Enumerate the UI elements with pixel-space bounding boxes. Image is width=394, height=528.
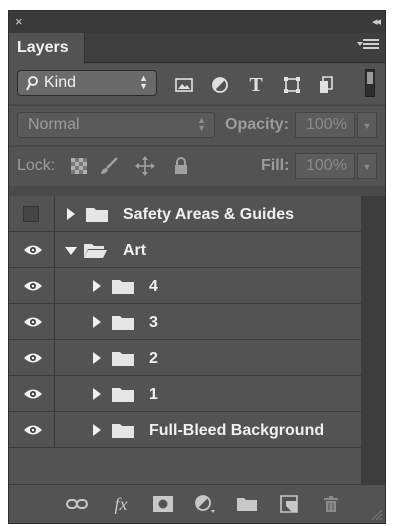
filter-kind-label: Kind [44, 74, 77, 91]
layer-row[interactable]: 4 [9, 268, 361, 304]
eye-icon [24, 317, 42, 327]
layer-row[interactable]: 2 [9, 340, 361, 376]
layer-style-icon[interactable]: fx [109, 493, 133, 515]
collapse-panel-button[interactable]: ◂◂ [372, 15, 381, 28]
layer-name: 3 [149, 314, 158, 331]
expand-arrow-icon[interactable] [93, 388, 101, 400]
eye-icon [24, 389, 42, 399]
opacity-input[interactable]: 100% [295, 112, 355, 138]
layer-name: 2 [149, 350, 158, 367]
layer-name: Art [123, 242, 147, 259]
filter-kind-select[interactable]: Kind ▲ ▼ [17, 70, 157, 96]
opacity-dropdown-button[interactable]: ▼ [357, 112, 377, 138]
select-arrows-icon: ▲ ▼ [197, 115, 206, 133]
adjustment-layer-filter-icon[interactable] [209, 74, 231, 96]
blend-mode-value: Normal [28, 116, 80, 133]
select-arrows-icon: ▲ ▼ [139, 73, 148, 91]
lock-image-pixels-icon[interactable] [99, 156, 119, 176]
folder-icon [86, 208, 108, 222]
folder-icon [112, 424, 134, 438]
lock-label: Lock: [17, 157, 56, 174]
link-layers-icon[interactable] [65, 493, 89, 515]
expand-arrow-icon[interactable] [93, 316, 101, 328]
visibility-toggle[interactable] [9, 340, 55, 376]
folder-icon [112, 316, 134, 330]
panel-tab-row: Layers [9, 33, 385, 64]
eye-icon [24, 245, 42, 255]
eye-icon [24, 425, 42, 435]
layer-row[interactable]: 1 [9, 376, 361, 412]
tab-layers[interactable]: Layers [9, 33, 85, 64]
layer-row[interactable]: Full-Bleed Background [9, 412, 361, 448]
lock-all-icon[interactable] [171, 156, 191, 176]
eye-icon [24, 281, 42, 291]
lock-position-icon[interactable] [135, 156, 155, 176]
layers-scrollbar[interactable] [361, 196, 385, 484]
layer-name: Safety Areas & Guides [123, 206, 295, 223]
search-icon [26, 76, 38, 91]
layers-list: Safety Areas & Guides Art 4 3 2 1 Full-B… [9, 196, 361, 484]
expand-arrow-icon[interactable] [93, 280, 101, 292]
folder-icon [112, 352, 134, 366]
visibility-toggle[interactable] [9, 268, 55, 304]
visibility-toggle[interactable] [9, 196, 55, 232]
expand-arrow-icon[interactable] [93, 352, 101, 364]
blend-mode-select[interactable]: Normal ▲ ▼ [17, 112, 215, 138]
layer-name: 1 [149, 386, 158, 403]
blend-row: Normal ▲ ▼ Opacity: 100% ▼ [9, 105, 385, 145]
visibility-toggle[interactable] [9, 376, 55, 412]
layers-panel: × ◂◂ Layers Kind ▲ ▼ T Normal ▲ ▼ Opacit… [8, 10, 386, 524]
expand-arrow-icon[interactable] [93, 424, 101, 436]
smart-object-filter-icon[interactable] [315, 74, 337, 96]
filter-toggle-switch[interactable] [365, 69, 375, 97]
expand-arrow-icon[interactable] [67, 208, 75, 220]
opacity-label: Opacity: [225, 116, 290, 133]
panel-menu-icon[interactable] [357, 39, 379, 53]
new-adjustment-layer-icon[interactable] [193, 493, 217, 515]
fill-dropdown-button[interactable]: ▼ [357, 153, 377, 179]
add-mask-icon[interactable] [151, 493, 175, 515]
lock-row: Lock: Fill: 100% ▼ [9, 146, 385, 186]
layer-name: 4 [149, 278, 158, 295]
type-layer-filter-icon[interactable]: T [245, 74, 267, 96]
close-panel-button[interactable]: × [15, 14, 23, 29]
visibility-toggle[interactable] [9, 304, 55, 340]
resize-grip-icon[interactable] [372, 510, 382, 520]
folder-icon [112, 280, 134, 294]
lock-transparent-pixels-icon[interactable] [69, 156, 89, 176]
layer-row[interactable]: Safety Areas & Guides [9, 196, 361, 232]
eye-icon [24, 353, 42, 363]
shape-layer-filter-icon[interactable] [281, 74, 303, 96]
fill-input[interactable]: 100% [295, 153, 355, 179]
pixel-layer-filter-icon[interactable] [173, 74, 195, 96]
new-layer-icon[interactable] [277, 493, 301, 515]
layer-name: Full-Bleed Background [149, 422, 325, 439]
visibility-off-icon [23, 206, 39, 222]
visibility-toggle[interactable] [9, 412, 55, 448]
delete-layer-icon[interactable] [319, 493, 343, 515]
panel-bottom-bar: fx [9, 484, 385, 523]
collapse-arrow-icon[interactable] [65, 247, 77, 255]
layer-row[interactable]: Art [9, 232, 361, 268]
folder-icon [112, 388, 134, 402]
panel-title-bar: × ◂◂ [9, 11, 385, 33]
filter-row: Kind ▲ ▼ T [9, 64, 385, 104]
new-group-icon[interactable] [235, 493, 259, 515]
fill-label: Fill: [261, 157, 290, 174]
visibility-toggle[interactable] [9, 232, 55, 268]
layer-row[interactable]: 3 [9, 304, 361, 340]
open-folder-icon [84, 244, 107, 258]
